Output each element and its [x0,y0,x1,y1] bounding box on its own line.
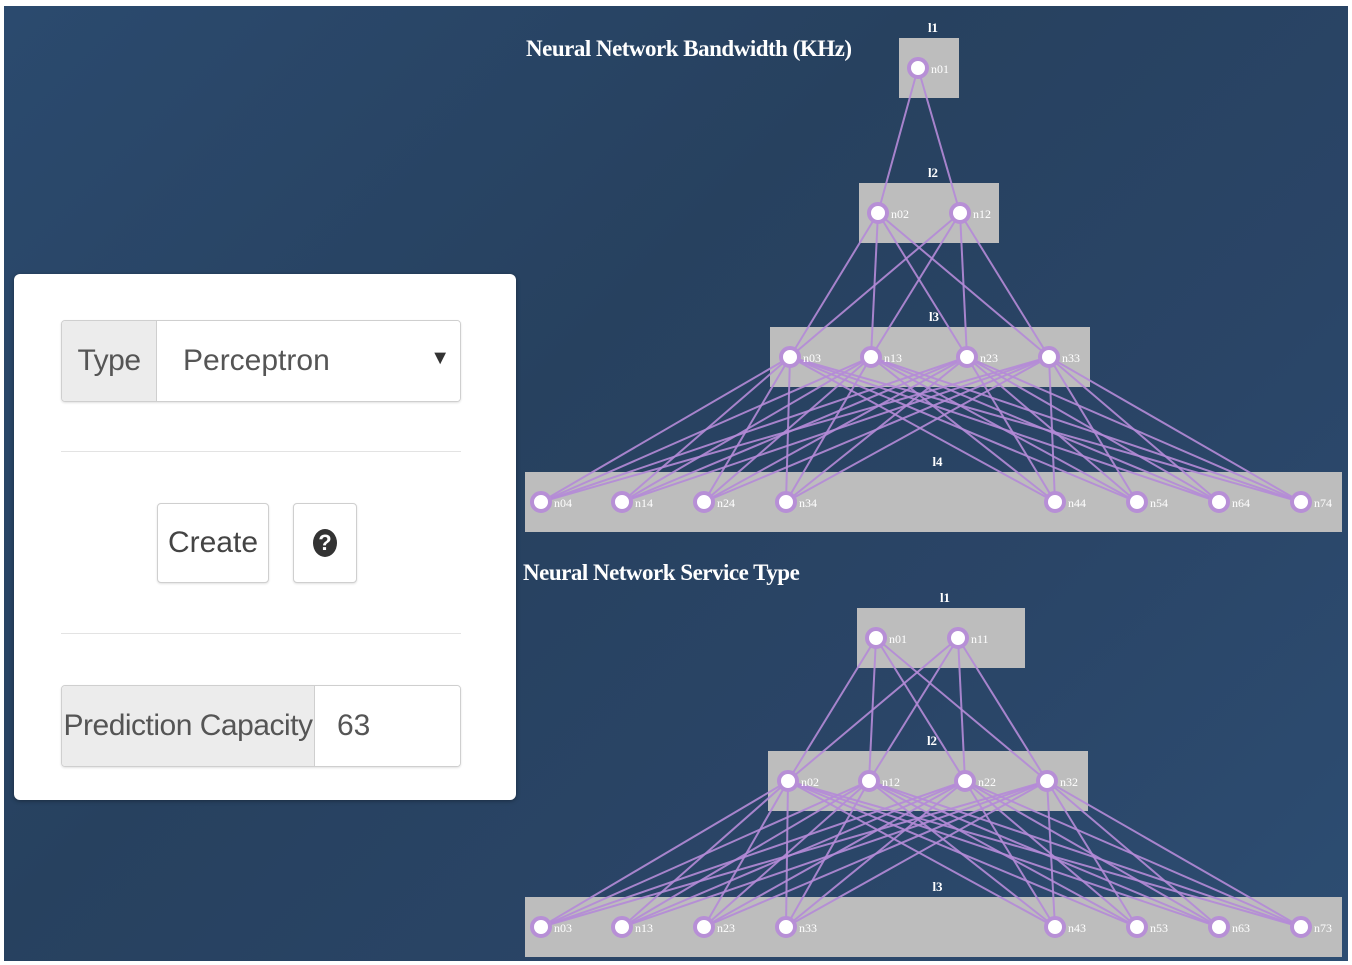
neuron-label: n54 [1150,496,1168,510]
neuron-node [1038,346,1060,368]
neuron-label: n04 [554,496,572,510]
neuron-node [611,491,633,513]
neuron-node [1126,491,1148,513]
neuron-label: n13 [635,921,653,935]
neuron-label: n33 [799,921,817,935]
neuron-label: n44 [1068,496,1086,510]
neuron-label: n32 [1060,775,1078,789]
neuron-label: n02 [891,207,909,221]
neuron-node [1044,916,1066,938]
neuron-node [775,491,797,513]
neuron-label: n14 [635,496,653,510]
neuron-node [693,916,715,938]
neuron-node [860,346,882,368]
network-graph: l1l2l3n01 n11 n02 n12 n22 n32 n03 n13 n23 n33 n43 n… [525,590,1342,957]
neuron-label: n12 [973,207,991,221]
neuron-node [867,202,889,224]
neuron-node [907,57,929,79]
network-graph: l1l2l3l4n01n02 n12n03 n13 n23 n33n04 n14 n24 n3… [525,20,1342,532]
neuron-node [530,916,552,938]
neuron-node [1290,491,1312,513]
neuron-label: n43 [1068,921,1086,935]
neuron-node [1036,770,1058,792]
neuron-label: n64 [1232,496,1250,510]
neuron-node [775,916,797,938]
neuron-node [954,770,976,792]
neuron-label: n01 [931,62,949,76]
layer-label: l2 [928,165,938,180]
neuron-label: n53 [1150,921,1168,935]
neuron-label: n23 [717,921,735,935]
edges [540,67,1302,503]
neuron-node [1290,916,1312,938]
neuron-node [611,916,633,938]
layer-label: l4 [932,454,943,469]
neuron-node [1208,491,1230,513]
neuron-node [956,346,978,368]
layer-boxes: l1l2l3 [525,590,1342,957]
neuron-label: n03 [554,921,572,935]
neuron-node [693,491,715,513]
neural-network-graphs: l1l2l3l4n01n02 n12n03 n13 n23 n33n04 n14 n24 n3… [525,20,1342,957]
neuron-label: n74 [1314,496,1332,510]
neuron-label: n63 [1232,921,1250,935]
neuron-label: n34 [799,496,817,510]
neuron-node [947,627,969,649]
nodes: n01 n02 n12 n03 n13 n23 n33 n04 n14 n24 n34 n44 n54 n… [530,57,1332,513]
layer-label: l1 [940,590,950,605]
app-canvas: Type Perceptron ▼ Create ? Prediction Ca… [4,6,1348,961]
neuron-label: n24 [717,496,735,510]
neuron-label: n23 [980,351,998,365]
neuron-node [1044,491,1066,513]
neuron-node [865,627,887,649]
neuron-label: n22 [978,775,996,789]
neuron-label: n33 [1062,351,1080,365]
neuron-label: n02 [801,775,819,789]
neuron-label: n03 [803,351,821,365]
neuron-label: n73 [1314,921,1332,935]
neuron-label: n13 [884,351,902,365]
neuron-node [530,491,552,513]
neuron-node [1126,916,1148,938]
neuron-label: n01 [889,632,907,646]
layer-label: l1 [928,20,938,35]
layer-label: l3 [932,879,943,894]
neuron-node [949,202,971,224]
neuron-node [858,770,880,792]
neuron-label: n11 [971,632,989,646]
neuron-label: n12 [882,775,900,789]
neuron-node [1208,916,1230,938]
neuron-node [777,770,799,792]
neuron-node [779,346,801,368]
